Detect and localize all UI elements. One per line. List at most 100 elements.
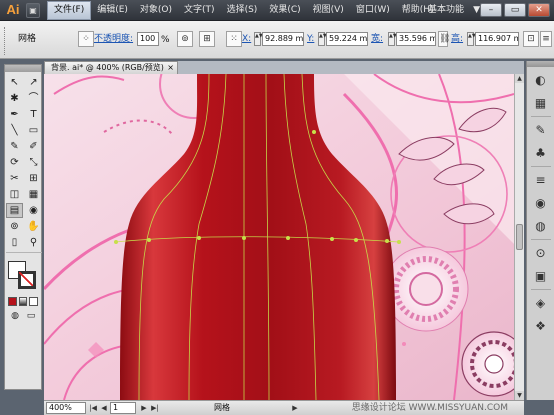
y-stepper[interactable]: ▲▼ bbox=[318, 32, 327, 46]
draw-normal-icon[interactable]: ◍ bbox=[8, 310, 22, 322]
brush-tool-icon[interactable]: ✐ bbox=[25, 139, 42, 154]
document-tab[interactable]: 背景. ai* @ 400% (RGB/预览) × bbox=[44, 61, 178, 74]
artboard-canvas[interactable] bbox=[44, 74, 514, 400]
gradient-button[interactable] bbox=[18, 297, 28, 306]
y-input[interactable]: 59.224 mm bbox=[326, 32, 368, 46]
line-tool-icon[interactable]: ╲ bbox=[6, 123, 23, 138]
tools-panel-header[interactable] bbox=[5, 65, 41, 72]
mode-label: 网格 bbox=[18, 34, 37, 44]
menu-object[interactable]: 对象(O) bbox=[134, 1, 178, 20]
brushes-icon[interactable]: ✎ bbox=[530, 120, 552, 140]
mesh-tool-icon[interactable]: ▤ bbox=[6, 203, 23, 218]
workspace-label: 基本功能 bbox=[428, 5, 465, 15]
type-tool-icon[interactable]: T bbox=[25, 107, 42, 122]
scissors-tool-icon[interactable]: ✂ bbox=[6, 171, 23, 186]
menu-select[interactable]: 选择(S) bbox=[221, 1, 264, 20]
bridge-button[interactable]: ▣ bbox=[26, 3, 40, 18]
direct-selection-tool-icon[interactable]: ↗ bbox=[25, 75, 42, 90]
minimize-button[interactable]: – bbox=[480, 3, 502, 17]
panel-menu-icon[interactable]: ≡ bbox=[540, 31, 552, 47]
fill-stroke-swatches[interactable] bbox=[8, 261, 38, 291]
transparency-icon[interactable]: ◍ bbox=[530, 216, 552, 236]
color-panel-icon[interactable]: ◐ bbox=[530, 70, 552, 90]
transform-icon[interactable]: ⊡ bbox=[523, 31, 539, 47]
chart-tool-icon[interactable]: ▦ bbox=[25, 187, 42, 202]
prev-page-icon[interactable]: ◀ bbox=[99, 402, 109, 414]
width-label[interactable]: 宽: bbox=[371, 32, 383, 46]
rotate-tool-icon[interactable]: ⟳ bbox=[6, 155, 23, 170]
x-input[interactable]: 92.889 mm bbox=[262, 32, 304, 46]
document-tab-title: 背景. ai* @ 400% (RGB/预览) bbox=[51, 63, 164, 72]
blend-tool-icon[interactable]: ⊚ bbox=[6, 219, 23, 234]
height-label[interactable]: 高: bbox=[451, 32, 463, 46]
hand-tool-icon[interactable]: ✋ bbox=[25, 219, 42, 234]
artboards-icon[interactable]: ❖ bbox=[530, 316, 552, 336]
next-page-icon[interactable]: ▶ bbox=[139, 402, 149, 414]
menu-view[interactable]: 视图(V) bbox=[307, 1, 350, 20]
opacity-link[interactable]: 不透明度: bbox=[94, 32, 133, 46]
none-button[interactable] bbox=[29, 297, 39, 306]
menu-file[interactable]: 文件(F) bbox=[47, 1, 92, 20]
menu-window[interactable]: 窗口(W) bbox=[350, 1, 396, 20]
menu-edit[interactable]: 编辑(E) bbox=[91, 1, 134, 20]
scale-tool-icon[interactable]: ⤡ bbox=[25, 155, 42, 170]
menu-type[interactable]: 文字(T) bbox=[178, 1, 221, 20]
menu-effect[interactable]: 效果(C) bbox=[263, 1, 306, 20]
scroll-down-icon[interactable]: ▼ bbox=[515, 391, 524, 400]
rectangle-tool-icon[interactable]: ▭ bbox=[25, 123, 42, 138]
y-label[interactable]: Y: bbox=[307, 32, 314, 46]
last-page-icon[interactable]: ▶| bbox=[150, 402, 160, 414]
pencil-tool-icon[interactable]: ✎ bbox=[6, 139, 23, 154]
scroll-up-icon[interactable]: ▲ bbox=[515, 74, 524, 83]
zoom-tool-icon[interactable]: ⚲ bbox=[25, 235, 42, 250]
selection-tool-icon[interactable]: ↖ bbox=[6, 75, 23, 90]
screen-mode-icon[interactable]: ▭ bbox=[24, 310, 38, 322]
close-icon[interactable]: × bbox=[167, 62, 174, 74]
shape-builder-tool-icon[interactable]: ◫ bbox=[6, 187, 23, 202]
style-swatch-icon[interactable]: ⊚ bbox=[177, 31, 193, 47]
graphic-styles-icon[interactable]: ▣ bbox=[530, 266, 552, 286]
width-stepper[interactable]: ▲▼ bbox=[388, 32, 397, 46]
close-button[interactable]: ✕ bbox=[528, 3, 550, 17]
reference-point-icon[interactable]: ⁙ bbox=[226, 31, 242, 47]
status-text: 网格 bbox=[214, 403, 230, 412]
zoom-field[interactable]: 400% bbox=[46, 402, 86, 414]
vertical-scrollbar[interactable]: ▲ ▼ bbox=[514, 74, 524, 400]
first-page-icon[interactable]: |◀ bbox=[88, 402, 98, 414]
workspace-switcher[interactable]: 基本功能 ▼ bbox=[428, 3, 482, 18]
magic-wand-tool-icon[interactable]: ✱ bbox=[6, 91, 23, 106]
gradient-icon[interactable]: ◉ bbox=[530, 193, 552, 213]
link-icon[interactable]: ⛓ bbox=[438, 31, 450, 47]
height-stepper[interactable]: ▲▼ bbox=[467, 32, 476, 46]
status-menu-icon[interactable]: ▶ bbox=[290, 402, 300, 414]
artboard-tool-icon[interactable]: ▯ bbox=[6, 235, 23, 250]
stroke-icon[interactable]: ≡ bbox=[530, 170, 552, 190]
layers-icon[interactable]: ◈ bbox=[530, 293, 552, 313]
scroll-thumb[interactable] bbox=[516, 224, 523, 250]
align-icon[interactable]: ⊞ bbox=[199, 31, 215, 47]
illustrator-logo: Ai bbox=[6, 2, 20, 17]
panel-grip[interactable] bbox=[4, 27, 7, 55]
lasso-tool-icon[interactable]: ⌒ bbox=[25, 91, 42, 106]
pen-tool-icon[interactable]: ✒ bbox=[6, 107, 23, 122]
maximize-button[interactable]: ▭ bbox=[504, 3, 526, 17]
opacity-input[interactable]: 100 bbox=[137, 32, 159, 46]
color-button[interactable] bbox=[8, 297, 17, 306]
color-guide-icon[interactable]: ▦ bbox=[530, 93, 552, 113]
appearance-icon[interactable]: ⊙ bbox=[530, 243, 552, 263]
tools-divider bbox=[6, 252, 42, 253]
free-transform-tool-icon[interactable]: ⊞ bbox=[25, 171, 42, 186]
mesh-icon[interactable]: ⁘ bbox=[78, 31, 94, 47]
x-label[interactable]: X: bbox=[242, 32, 251, 46]
color-mode-buttons bbox=[5, 295, 41, 308]
symbols-icon[interactable]: ♣ bbox=[530, 143, 552, 163]
panel-dock: ◐ ▦ ✎ ♣ ≡ ◉ ◍ ⊙ ▣ ◈ ❖ bbox=[526, 61, 554, 400]
page-field[interactable]: 1 bbox=[110, 402, 136, 414]
width-input[interactable]: 35.596 mm bbox=[396, 32, 436, 46]
x-stepper[interactable]: ▲▼ bbox=[254, 32, 263, 46]
gradient-tool-icon[interactable]: ◉ bbox=[25, 203, 42, 218]
chevron-down-icon: ▼ bbox=[473, 5, 480, 15]
dock-header[interactable] bbox=[527, 61, 554, 67]
tools-panel: ↖ ↗ ✱ ⌒ ✒ T ╲ ▭ ✎ ✐ ⟳ ⤡ ✂ ⊞ ◫ ▦ ▤ ◉ ⊚ ✋ … bbox=[4, 64, 42, 390]
height-input[interactable]: 116.907 mm bbox=[475, 32, 519, 46]
